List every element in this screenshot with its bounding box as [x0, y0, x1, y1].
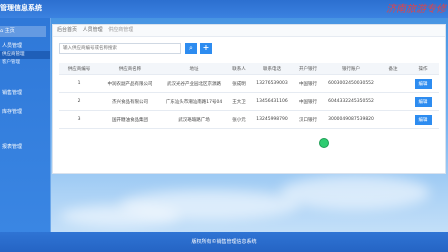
table-row: 3 国开糖油食品集团 武汉珞瑜路广场 张小元 13245998790 汉口银行 … — [59, 110, 439, 129]
table-row: 2 杰兴食品有限公司 广东汕头市潮汕南路17号04 王大卫 1345643110… — [59, 92, 439, 111]
sidebar-group-label: 人员管理 — [2, 43, 23, 49]
edit-button[interactable]: 编辑 — [414, 114, 432, 125]
cell-id: 3 — [59, 110, 99, 129]
add-supplier-button[interactable]: + — [200, 43, 212, 54]
column-header: 联系人 — [227, 63, 251, 75]
cell-action: 编辑 — [407, 74, 439, 93]
cell-address: 广东汕头市潮汕南路17号04 — [161, 92, 227, 111]
sidebar-group-personnel[interactable]: 人员管理 供应商管理 客户管理 — [0, 42, 50, 67]
footer: 版权所有©销售管理信息系统 — [0, 232, 448, 252]
column-header: 操作 — [407, 63, 439, 75]
search-input[interactable] — [59, 43, 181, 54]
cell-note — [379, 110, 407, 129]
search-button[interactable]: ⌕ — [185, 43, 197, 54]
sidebar-item-customer[interactable]: 客户管理 — [0, 59, 50, 67]
breadcrumb-current: 供应商管理 — [108, 27, 134, 33]
sidebar-group-sales[interactable]: 销售管理 — [0, 89, 22, 98]
watermark-text: 济南旅游专修 — [386, 4, 446, 15]
home-icon: ⌂ — [0, 28, 4, 34]
cell-phone: 13276539003 — [251, 74, 293, 93]
plus-icon: + — [202, 43, 210, 52]
cell-contact: 张小元 — [227, 110, 251, 129]
cell-contact: 张成明 — [227, 74, 251, 93]
main-panel: 后台首页 人员管理 供应商管理 ⌕ + 供应商编号 供应商名称 地址 联系人 联… — [52, 24, 446, 174]
cell-name: 中润农副产品有限公司 — [99, 74, 161, 93]
cell-bank: 汉口银行 — [293, 110, 323, 129]
cell-account: 3000049087539820 — [323, 110, 379, 129]
sidebar-item-supplier[interactable]: 供应商管理 — [0, 51, 50, 59]
cell-address: 武汉光谷产业园北区京源路 — [161, 74, 227, 93]
sidebar-group-label: 报表管理 — [2, 144, 23, 150]
cloud-decoration — [280, 175, 430, 210]
column-header: 备注 — [379, 63, 407, 75]
app-title: 管理信息系统 — [0, 4, 42, 12]
breadcrumb: 后台首页 人员管理 供应商管理 — [53, 25, 445, 37]
cell-action: 编辑 — [407, 110, 439, 129]
cell-name: 杰兴食品有限公司 — [99, 92, 161, 111]
supplier-table: 供应商编号 供应商名称 地址 联系人 联系电话 开户银行 银行账户 备注 操作 … — [59, 63, 439, 129]
top-header-bar: 管理信息系统 济南旅游专修 — [0, 0, 448, 18]
cell-note — [379, 74, 407, 93]
sidebar-group-label: 库存管理 — [2, 109, 23, 115]
breadcrumb-home[interactable]: 后台首页 — [57, 25, 77, 36]
sidebar-home-label: 主页 — [4, 28, 15, 34]
footer-copyright: 版权所有©销售管理信息系统 — [191, 239, 257, 245]
cell-contact: 王大卫 — [227, 92, 251, 111]
cell-action: 编辑 — [407, 92, 439, 111]
cell-account: 6003002450030552 — [323, 74, 379, 93]
column-header: 银行账户 — [323, 63, 379, 75]
column-header: 联系电话 — [251, 63, 293, 75]
sidebar-group-inventory[interactable]: 库存管理 — [0, 108, 22, 117]
cell-phone: 13456431106 — [251, 92, 293, 111]
cell-address: 武汉珞瑜路广场 — [161, 110, 227, 129]
column-header: 供应商编号 — [59, 63, 99, 75]
cell-account: 6044332245350552 — [323, 92, 379, 111]
cell-id: 2 — [59, 92, 99, 111]
cell-id: 1 — [59, 74, 99, 93]
search-icon: ⌕ — [189, 44, 193, 52]
cell-name: 国开糖油食品集团 — [99, 110, 161, 129]
breadcrumb-section[interactable]: 人员管理 — [83, 25, 103, 36]
table-row: 1 中润农副产品有限公司 武汉光谷产业园北区京源路 张成明 1327653900… — [59, 74, 439, 93]
cell-bank: 中国银行 — [293, 92, 323, 111]
column-header: 地址 — [161, 63, 227, 75]
table-header-row: 供应商编号 供应商名称 地址 联系人 联系电话 开户银行 银行账户 备注 操作 — [59, 63, 439, 75]
sidebar: ⌂ 主页 人员管理 供应商管理 客户管理 销售管理 库存管理 报表管理 — [0, 18, 51, 232]
cell-bank: 中国银行 — [293, 74, 323, 93]
column-header: 供应商名称 — [99, 63, 161, 75]
mouse-cursor-icon — [319, 138, 329, 148]
sidebar-group-label: 销售管理 — [2, 90, 23, 96]
cell-phone: 13245998790 — [251, 110, 293, 129]
search-bar: ⌕ + — [53, 37, 445, 59]
edit-button[interactable]: 编辑 — [414, 96, 432, 107]
edit-button[interactable]: 编辑 — [414, 78, 432, 89]
cell-note — [379, 92, 407, 111]
column-header: 开户银行 — [293, 63, 323, 75]
sidebar-item-home[interactable]: ⌂ 主页 — [0, 26, 46, 37]
sidebar-group-reports[interactable]: 报表管理 — [0, 143, 22, 152]
cloud-decoration — [60, 205, 180, 227]
